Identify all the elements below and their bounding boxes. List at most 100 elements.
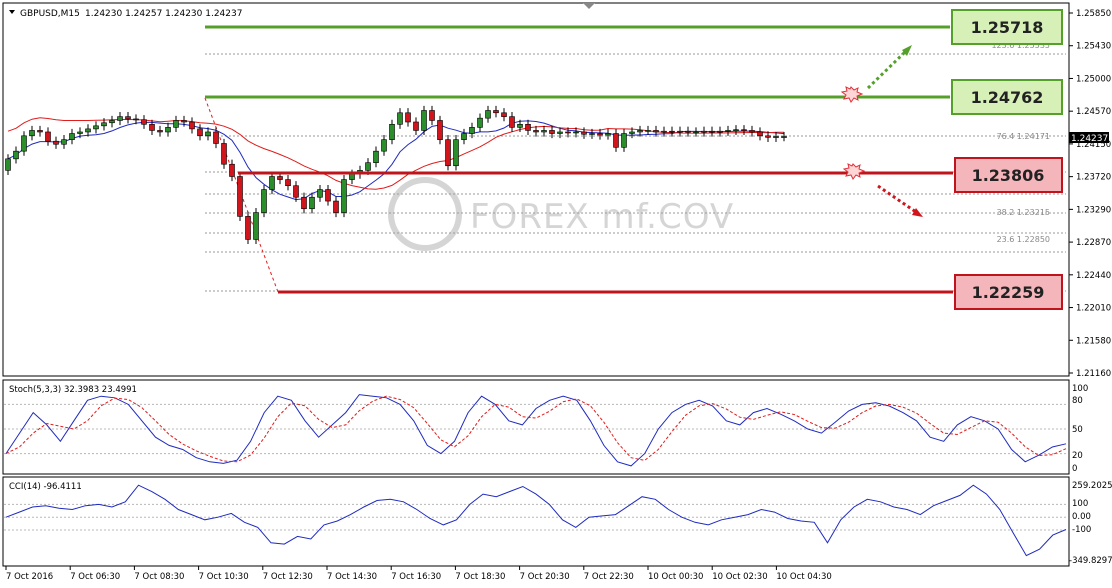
candle-body bbox=[117, 116, 123, 121]
candle-body bbox=[749, 130, 755, 133]
cci-axis: 259.2025 100 0.00 -100 -349.8297 bbox=[1069, 481, 1112, 566]
candle-body bbox=[701, 130, 707, 133]
price-tick-label: 1.24570 bbox=[1076, 107, 1111, 117]
candle-body bbox=[245, 216, 251, 240]
candle-body bbox=[165, 127, 171, 133]
time-tick-label: 7 Oct 10:30 bbox=[199, 572, 249, 582]
candle-body bbox=[309, 196, 315, 210]
candle-body bbox=[325, 189, 331, 202]
candle-body bbox=[725, 130, 731, 132]
candle-body bbox=[741, 129, 747, 131]
stoch-title: Stoch(5,3,3) 32.3983 23.4991 bbox=[9, 385, 137, 395]
time-tick-label: 7 Oct 2016 bbox=[6, 572, 53, 582]
main-panel[interactable] bbox=[2, 2, 1070, 377]
candle-body bbox=[301, 196, 307, 210]
candle-body bbox=[141, 119, 147, 125]
candle-body bbox=[29, 130, 35, 137]
candle-body bbox=[589, 133, 595, 135]
candle-body bbox=[453, 139, 459, 167]
candle-body bbox=[621, 133, 627, 148]
candle-body bbox=[77, 131, 83, 134]
candle-body bbox=[485, 110, 491, 119]
candle-body bbox=[349, 173, 355, 180]
price-tick-label: 1.22010 bbox=[1076, 304, 1111, 314]
stoch-tick-100: 100 bbox=[1072, 384, 1088, 394]
candle-body bbox=[373, 150, 379, 163]
candle-body bbox=[421, 110, 427, 131]
candle-body bbox=[781, 136, 787, 138]
candle-body bbox=[101, 122, 107, 127]
candle-body bbox=[445, 139, 451, 167]
candle-body bbox=[637, 130, 643, 133]
candle-body bbox=[213, 131, 219, 144]
fib-label: 76.4 1.24171 bbox=[997, 132, 1050, 141]
cci-panel[interactable] bbox=[2, 476, 1070, 567]
candle-body bbox=[533, 130, 539, 133]
candle-body bbox=[253, 212, 259, 240]
candle-body bbox=[365, 162, 371, 171]
candle-body bbox=[53, 140, 59, 145]
price-tick-label: 1.25850 bbox=[1076, 9, 1111, 19]
cci-tick-max: 259.2025 bbox=[1072, 481, 1112, 491]
candle-body bbox=[629, 131, 635, 134]
time-tick-label: 7 Oct 20:30 bbox=[520, 572, 570, 582]
candle-body bbox=[317, 189, 323, 198]
candle-body bbox=[733, 129, 739, 131]
stoch-tick-50: 50 bbox=[1072, 425, 1083, 435]
level-label-r1: 1.24762 bbox=[971, 88, 1044, 107]
candle-body bbox=[397, 112, 403, 125]
time-tick-label: 7 Oct 16:30 bbox=[391, 572, 441, 582]
candle-body bbox=[429, 110, 435, 121]
candle-body bbox=[549, 130, 555, 134]
price-tick-label: 1.23290 bbox=[1076, 205, 1111, 215]
candle-body bbox=[69, 133, 75, 140]
stoch-panel[interactable] bbox=[2, 379, 1070, 475]
stoch-tick-20: 20 bbox=[1072, 451, 1083, 461]
time-tick-label: 7 Oct 14:30 bbox=[327, 572, 377, 582]
candle-body bbox=[717, 130, 723, 133]
candle-body bbox=[493, 110, 499, 114]
candle-body bbox=[21, 135, 27, 152]
price-tick-label: 1.25430 bbox=[1076, 42, 1111, 52]
candle-body bbox=[581, 131, 587, 135]
ohlc-label: 1.24230 1.24257 1.24230 1.24237 bbox=[85, 9, 242, 19]
candle-body bbox=[565, 131, 571, 134]
candle-body bbox=[501, 112, 507, 117]
candle-body bbox=[125, 116, 131, 120]
candle-body bbox=[653, 130, 659, 133]
candle-body bbox=[525, 124, 531, 131]
time-tick-label: 7 Oct 12:30 bbox=[263, 572, 313, 582]
candle-body bbox=[13, 150, 19, 160]
cci-title: CCI(14) -96.4111 bbox=[9, 482, 82, 492]
cci-tick-0: 0.00 bbox=[1072, 512, 1091, 522]
candle-body bbox=[333, 200, 339, 213]
time-tick-label: 7 Oct 22:30 bbox=[584, 572, 634, 582]
candle-body bbox=[597, 133, 603, 136]
candle-body bbox=[85, 128, 91, 133]
candle-body bbox=[261, 189, 267, 213]
candle-body bbox=[229, 163, 235, 177]
candle-body bbox=[677, 130, 683, 133]
candle-body bbox=[5, 158, 11, 171]
time-axis: 7 Oct 2016 7 Oct 06:30 7 Oct 08:30 7 Oct 10… bbox=[5, 566, 832, 582]
level-label-s1: 1.23806 bbox=[972, 166, 1045, 185]
candle-body bbox=[45, 131, 51, 142]
candle-body bbox=[773, 136, 779, 138]
candle-body bbox=[613, 133, 619, 148]
fib-label: 38.2 1.23215 bbox=[997, 208, 1050, 217]
time-tick-label: 10 Oct 02:30 bbox=[712, 572, 767, 582]
stoch-tick-0: 0 bbox=[1072, 464, 1077, 474]
fib-label: 23.6 1.22850 bbox=[997, 235, 1050, 244]
price-chart[interactable]: GBPUSD,M15 1.24230 1.24257 1.24230 1.242… bbox=[0, 0, 1112, 588]
candle-body bbox=[205, 131, 211, 137]
candle-body bbox=[509, 116, 515, 128]
cci-tick-min: -349.8297 bbox=[1069, 556, 1112, 566]
candle-body bbox=[381, 139, 387, 152]
candle-body bbox=[757, 131, 763, 137]
candle-body bbox=[477, 117, 483, 128]
candle-body bbox=[765, 135, 771, 138]
candle-body bbox=[461, 133, 467, 140]
candle-body bbox=[285, 179, 291, 187]
candle-body bbox=[541, 130, 547, 133]
time-tick-label: 7 Oct 06:30 bbox=[70, 572, 120, 582]
